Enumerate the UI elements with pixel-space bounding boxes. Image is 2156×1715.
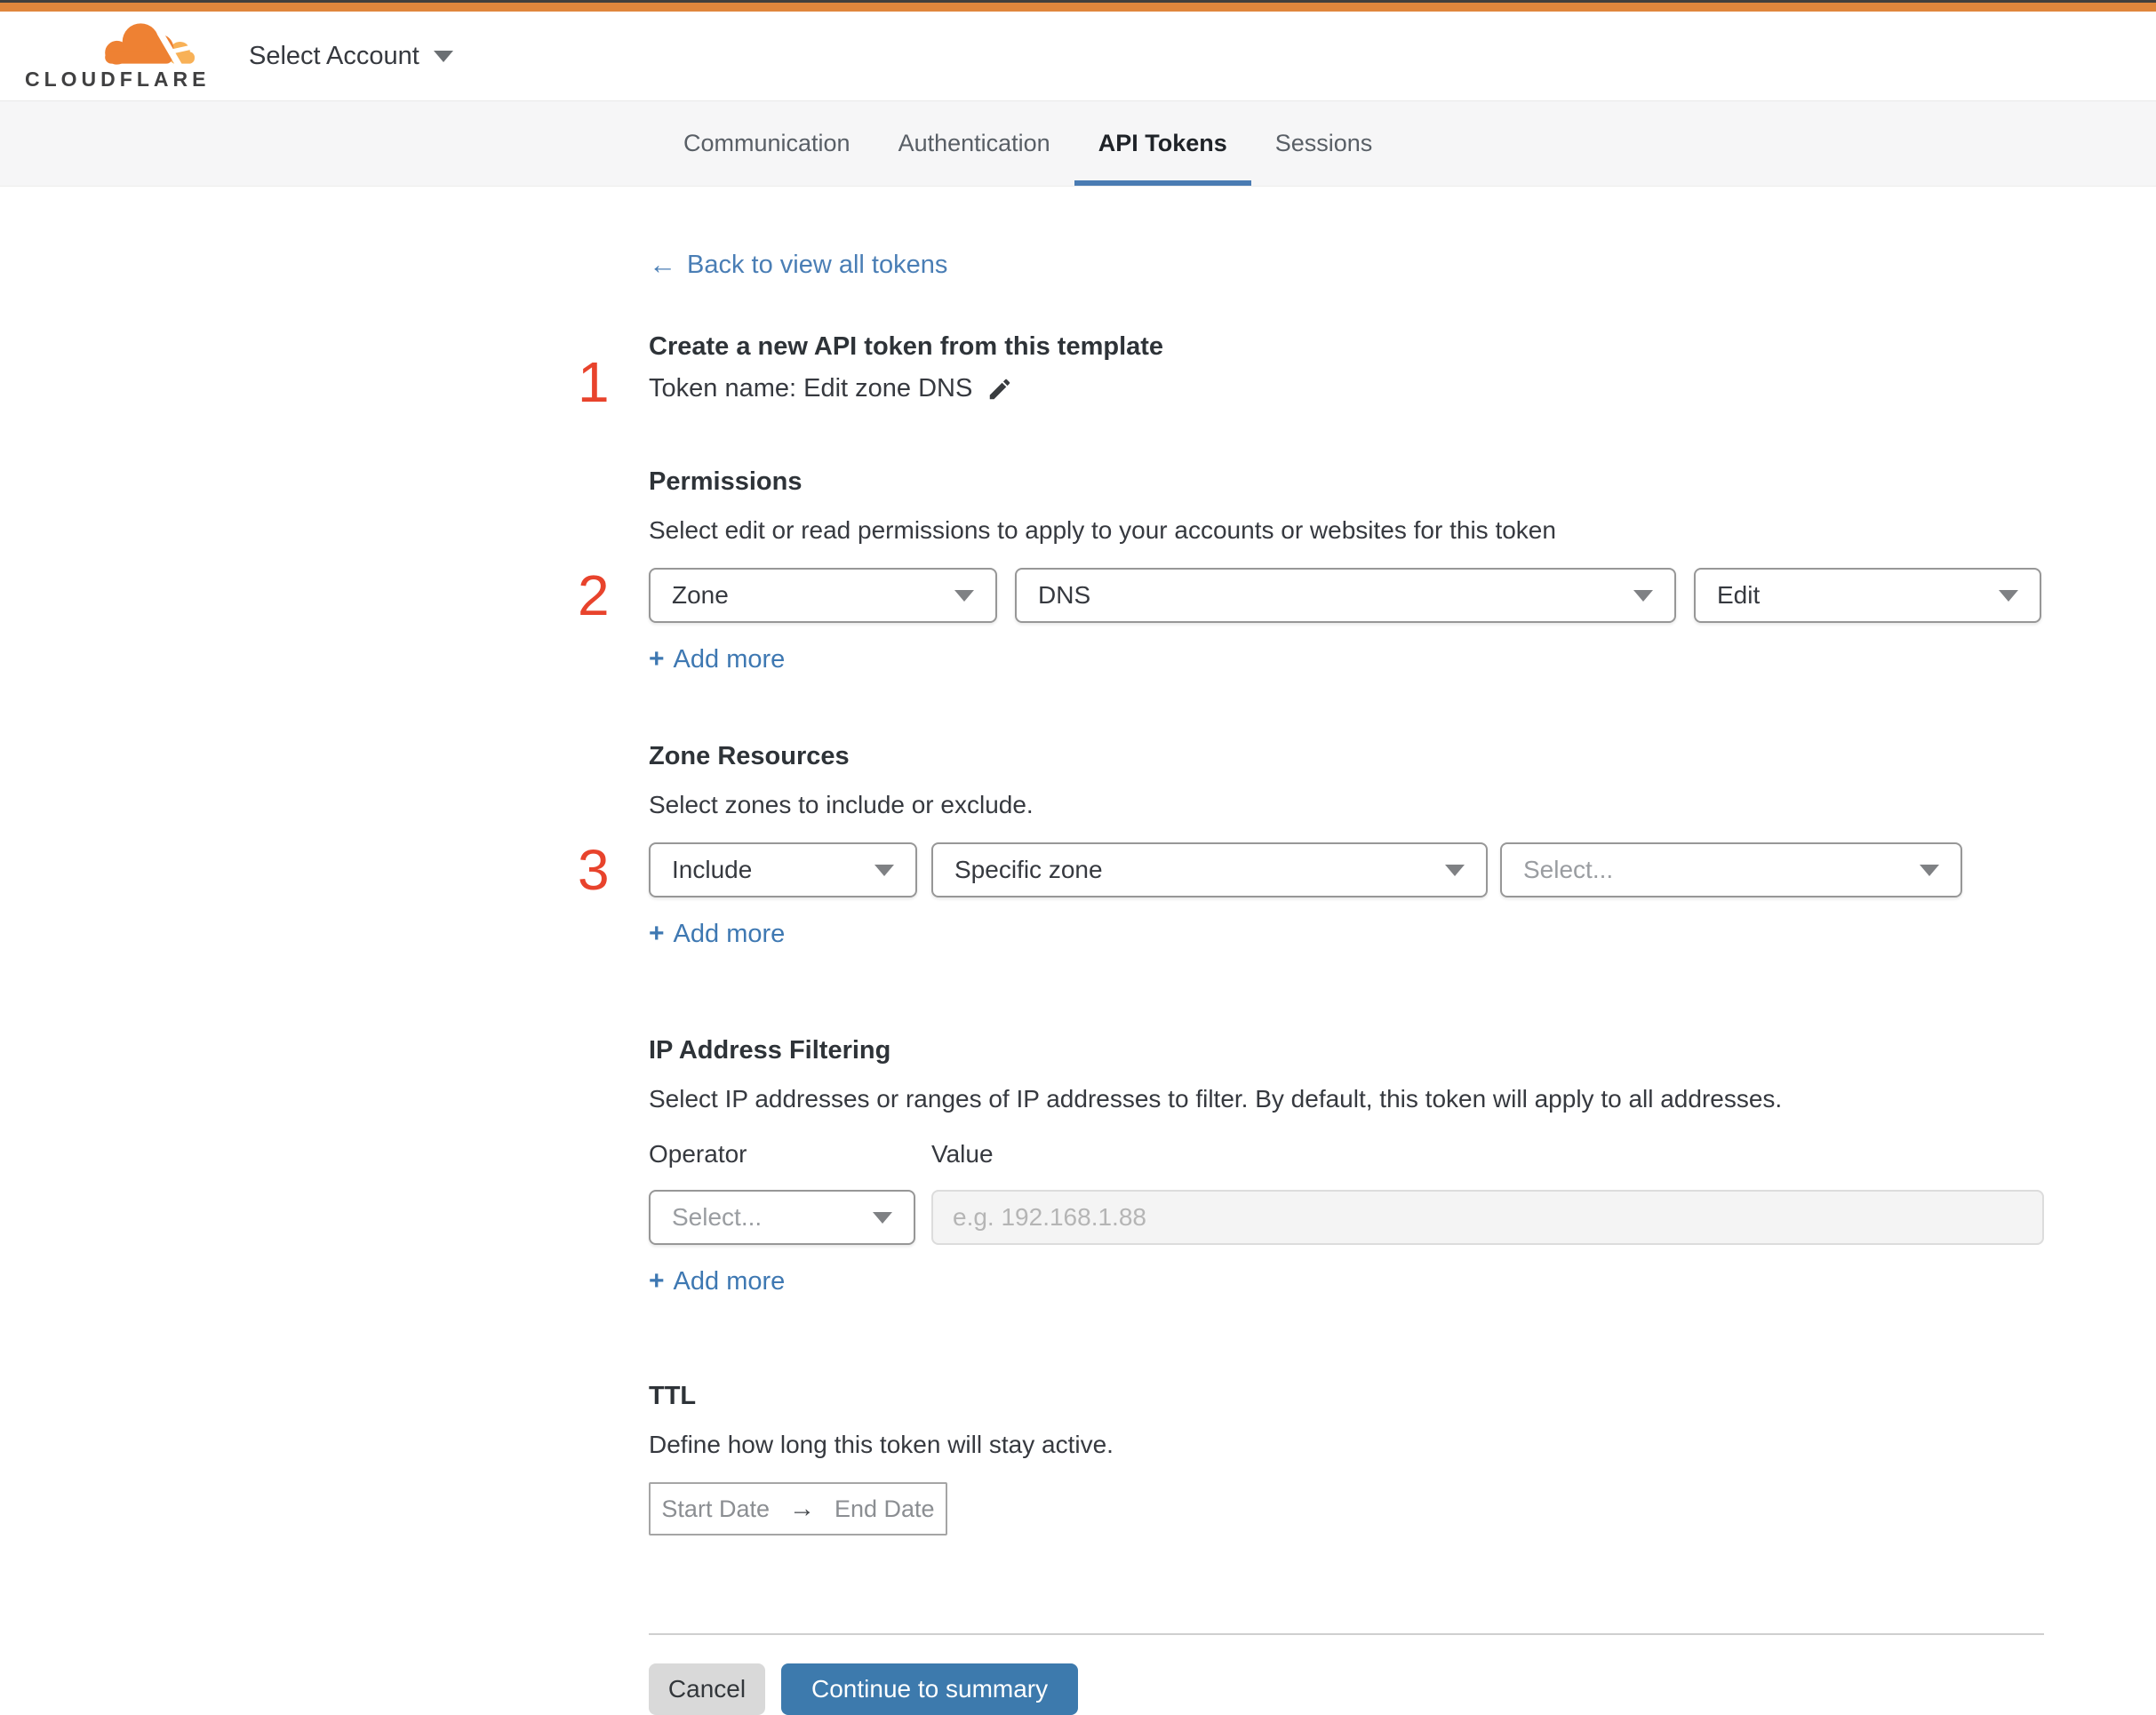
ip-filtering-add-more-link[interactable]: + Add more <box>649 1266 785 1296</box>
permission-level-value: Edit <box>1717 581 1761 609</box>
zone-type-select[interactable]: Specific zone <box>931 842 1488 897</box>
step-number-2: 2 <box>578 563 610 627</box>
ip-operator-select[interactable]: Select... <box>649 1190 915 1245</box>
zone-resources-description: Select zones to include or exclude. <box>649 791 1034 818</box>
brand-accent-bar <box>0 3 2156 12</box>
create-token-heading: Create a new API token from this templat… <box>649 332 1164 361</box>
chevron-down-icon <box>433 50 453 62</box>
zone-resources-add-more-link[interactable]: + Add more <box>649 919 785 949</box>
tab-api-tokens[interactable]: API Tokens <box>1074 101 1251 186</box>
continue-to-summary-button[interactable]: Continue to summary <box>781 1663 1079 1715</box>
back-arrow-icon: ← <box>649 249 676 280</box>
cancel-button[interactable]: Cancel <box>649 1663 765 1715</box>
permission-category-select[interactable]: DNS <box>1015 568 1676 623</box>
permissions-description: Select edit or read permissions to apply… <box>649 516 1556 544</box>
step-number-1: 1 <box>578 350 610 414</box>
permissions-add-more-link[interactable]: + Add more <box>649 644 785 674</box>
chevron-down-icon <box>874 864 894 876</box>
zone-type-value: Specific zone <box>954 856 1103 883</box>
add-more-label: Add more <box>673 644 786 674</box>
tab-communication[interactable]: Communication <box>659 101 874 186</box>
ttl-date-range-field[interactable]: Start Date → End Date <box>649 1482 947 1536</box>
profile-tabbar: Communication Authentication API Tokens … <box>0 101 2156 187</box>
main-content: ← Back to view all tokens 1 Create a new… <box>578 187 2044 1715</box>
zone-name-placeholder: Select... <box>1523 856 1614 883</box>
cloudflare-cloud-icon <box>105 22 196 66</box>
ip-value-input[interactable] <box>931 1190 2044 1245</box>
ip-filtering-heading: IP Address Filtering <box>649 1036 891 1065</box>
ip-filtering-description: Select IP addresses or ranges of IP addr… <box>649 1085 1783 1113</box>
end-date-placeholder: End Date <box>834 1495 935 1522</box>
plus-icon: + <box>649 644 665 674</box>
back-to-tokens-link[interactable]: ← Back to view all tokens <box>649 249 947 281</box>
zone-include-select[interactable]: Include <box>649 842 917 897</box>
ttl-heading: TTL <box>649 1382 697 1410</box>
zone-resources-section: Zone Resources Select zones to include o… <box>578 742 2044 949</box>
token-name-section: 1 Create a new API token from this templ… <box>578 332 2044 411</box>
tab-authentication[interactable]: Authentication <box>874 101 1074 186</box>
range-arrow-icon: → <box>788 1494 815 1523</box>
account-selector-label: Select Account <box>249 41 419 70</box>
chevron-down-icon <box>1999 589 2018 602</box>
ttl-section: TTL Define how long this token will stay… <box>649 1382 2044 1536</box>
plus-icon: + <box>649 919 665 948</box>
ip-filtering-section: IP Address Filtering Select IP addresses… <box>649 1036 2044 1296</box>
zone-name-select[interactable]: Select... <box>1500 842 1962 897</box>
edit-pencil-icon[interactable] <box>986 376 1013 403</box>
token-name-value: Token name: Edit zone DNS <box>649 374 973 403</box>
chevron-down-icon <box>954 589 974 602</box>
account-selector[interactable]: Select Account <box>249 42 453 71</box>
app-header: CLOUDFLARE Select Account <box>0 12 2156 101</box>
chevron-down-icon <box>1633 589 1653 602</box>
chevron-down-icon <box>873 1211 892 1224</box>
ip-operator-placeholder: Select... <box>672 1203 763 1231</box>
footer-divider <box>649 1633 2044 1635</box>
footer-actions: Cancel Continue to summary <box>649 1663 2044 1715</box>
start-date-placeholder: Start Date <box>661 1495 770 1522</box>
add-more-label: Add more <box>673 1266 786 1296</box>
add-more-label: Add more <box>673 919 786 948</box>
operator-column-label: Operator <box>649 1140 747 1168</box>
back-link-label: Back to view all tokens <box>687 250 948 279</box>
permission-category-value: DNS <box>1038 581 1091 609</box>
plus-icon: + <box>649 1266 665 1296</box>
permissions-heading: Permissions <box>649 467 803 496</box>
cloudflare-wordmark: CLOUDFLARE <box>25 67 211 91</box>
chevron-down-icon <box>1445 864 1465 876</box>
ttl-description: Define how long this token will stay act… <box>649 1431 1114 1458</box>
cloudflare-logo: CLOUDFLARE <box>25 21 211 92</box>
permission-scope-select[interactable]: Zone <box>649 568 997 623</box>
permissions-section: Permissions Select edit or read permissi… <box>578 467 2044 674</box>
value-column-label: Value <box>931 1140 994 1168</box>
tab-sessions[interactable]: Sessions <box>1251 101 1397 186</box>
permission-scope-value: Zone <box>672 581 729 609</box>
step-number-3: 3 <box>578 838 610 902</box>
permission-level-select[interactable]: Edit <box>1694 568 2041 623</box>
zone-include-value: Include <box>672 856 753 883</box>
chevron-down-icon <box>1920 864 1939 876</box>
zone-resources-heading: Zone Resources <box>649 742 850 770</box>
